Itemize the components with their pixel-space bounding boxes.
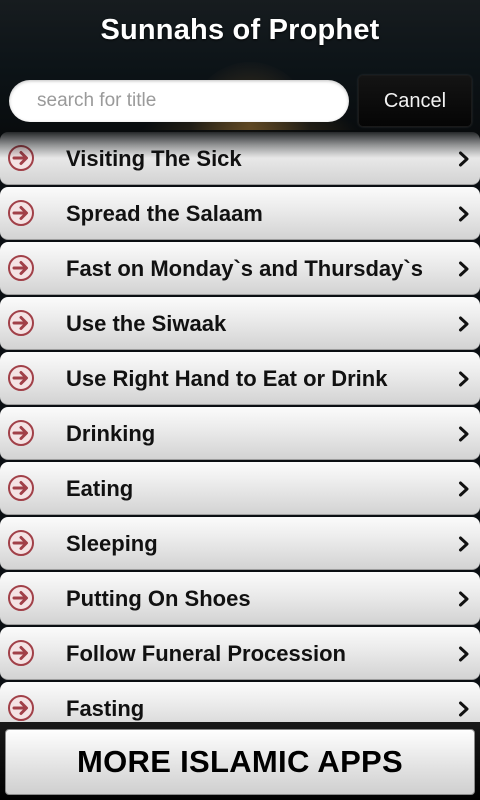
chevron-right-icon bbox=[459, 701, 469, 717]
circle-arrow-right-icon bbox=[8, 255, 34, 281]
chevron-right-icon bbox=[459, 371, 469, 387]
list-item-label: Putting On Shoes bbox=[66, 586, 251, 611]
header: Sunnahs of Prophet Cancel bbox=[0, 0, 480, 140]
list-item[interactable]: Spread the Salaam bbox=[0, 187, 480, 240]
chevron-right-icon bbox=[459, 481, 469, 497]
search-input[interactable] bbox=[9, 80, 349, 122]
chevron-right-icon bbox=[459, 426, 469, 442]
more-islamic-apps-button[interactable]: MORE ISLAMIC APPS bbox=[5, 729, 475, 795]
chevron-right-icon bbox=[459, 536, 469, 552]
list-item[interactable]: Eating bbox=[0, 462, 480, 515]
circle-arrow-right-icon bbox=[8, 200, 34, 226]
chevron-right-icon bbox=[459, 151, 469, 167]
circle-arrow-right-icon bbox=[8, 530, 34, 556]
circle-arrow-right-icon bbox=[8, 640, 34, 666]
list-item-label: Use the Siwaak bbox=[66, 311, 227, 336]
circle-arrow-right-icon bbox=[8, 310, 34, 336]
list-item-label: Visiting The Sick bbox=[66, 146, 242, 171]
circle-arrow-right-icon bbox=[8, 145, 34, 171]
list-item-label: Follow Funeral Procession bbox=[66, 641, 346, 666]
chevron-right-icon bbox=[459, 316, 469, 332]
list-item-label: Eating bbox=[66, 476, 134, 501]
list-item[interactable]: Use Right Hand to Eat or Drink bbox=[0, 352, 480, 405]
list-item-label: Drinking bbox=[66, 421, 156, 446]
list-item-label: Use Right Hand to Eat or Drink bbox=[66, 366, 388, 391]
list-item[interactable]: Visiting The Sick bbox=[0, 132, 480, 185]
page-title: Sunnahs of Prophet bbox=[100, 14, 380, 46]
chevron-right-icon bbox=[459, 591, 469, 607]
list-item[interactable]: Putting On Shoes bbox=[0, 572, 480, 625]
list-item[interactable]: Fast on Monday`s and Thursday`s bbox=[0, 242, 480, 295]
chevron-right-icon bbox=[459, 206, 469, 222]
sunnah-list[interactable]: Visiting The Sick Spread the Salaam Fast o… bbox=[0, 130, 480, 730]
list-item-label: Spread the Salaam bbox=[66, 201, 263, 226]
list-item[interactable]: Drinking bbox=[0, 407, 480, 460]
list-item[interactable]: Use the Siwaak bbox=[0, 297, 480, 350]
circle-arrow-right-icon bbox=[8, 585, 34, 611]
cancel-button[interactable]: Cancel bbox=[358, 75, 472, 127]
circle-arrow-right-icon bbox=[8, 695, 34, 721]
circle-arrow-right-icon bbox=[8, 475, 34, 501]
list-item[interactable]: Sleeping bbox=[0, 517, 480, 570]
app-window: Sunnahs of Prophet Cancel Visiting The S… bbox=[0, 0, 480, 800]
list-item-label: Sleeping bbox=[66, 531, 158, 556]
chevron-right-icon bbox=[459, 261, 469, 277]
list-item-label: Fast on Monday`s and Thursday`s bbox=[66, 256, 423, 281]
list-item[interactable]: Follow Funeral Procession bbox=[0, 627, 480, 680]
circle-arrow-right-icon bbox=[8, 365, 34, 391]
circle-arrow-right-icon bbox=[8, 420, 34, 446]
chevron-right-icon bbox=[459, 646, 469, 662]
